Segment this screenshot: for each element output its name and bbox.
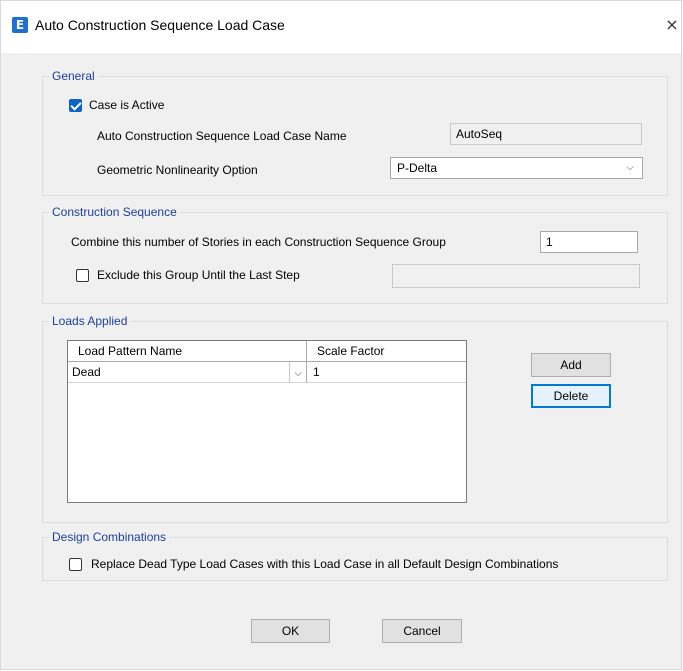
delete-button[interactable]: Delete — [531, 384, 611, 408]
construction-sequence-legend: Construction Sequence — [49, 205, 180, 220]
add-button[interactable]: Add — [531, 353, 611, 377]
scale-factor-cell[interactable]: 1 — [310, 362, 460, 382]
case-active-label[interactable]: Case is Active — [89, 98, 164, 113]
chevron-down-icon: ⌵ — [294, 368, 302, 379]
app-icon: E — [12, 17, 28, 33]
title-bar[interactable]: E Auto Construction Sequence Load Case × — [1, 1, 681, 53]
geometric-nonlinearity-select[interactable]: P-Delta ⌵ — [390, 157, 643, 179]
design-combinations-legend: Design Combinations — [49, 530, 170, 545]
exclude-group-checkbox[interactable] — [76, 269, 89, 282]
ok-button[interactable]: OK — [251, 619, 330, 643]
dialog-title: Auto Construction Sequence Load Case — [35, 17, 285, 33]
exclude-group-label[interactable]: Exclude this Group Until the Last Step — [97, 268, 300, 283]
loads-applied-group: Loads Applied Load Pattern Name Scale Fa… — [42, 314, 668, 523]
chevron-down-icon: ⌵ — [626, 162, 634, 173]
construction-sequence-group: Construction Sequence Combine this numbe… — [42, 205, 668, 304]
geometric-nonlinearity-value: P-Delta — [397, 161, 438, 175]
geometric-nonlinearity-label: Geometric Nonlinearity Option — [97, 163, 258, 177]
table-header: Load Pattern Name Scale Factor — [68, 341, 466, 362]
combine-stories-field[interactable]: 1 — [540, 231, 638, 253]
general-legend: General — [49, 69, 98, 84]
dialog-window: E Auto Construction Sequence Load Case ×… — [0, 0, 682, 670]
general-group: General Case is Active Auto Construction… — [42, 69, 668, 196]
close-icon[interactable]: × — [661, 13, 683, 37]
case-active-checkbox[interactable] — [69, 99, 82, 112]
replace-dead-label[interactable]: Replace Dead Type Load Cases with this L… — [91, 557, 558, 572]
load-pattern-cell[interactable]: Dead — [68, 362, 289, 382]
load-pattern-table[interactable]: Load Pattern Name Scale Factor Dead ⌵ 1 — [67, 340, 467, 503]
loads-applied-legend: Loads Applied — [49, 314, 131, 329]
dialog-body: General Case is Active Auto Construction… — [24, 53, 668, 664]
column-header-load-pattern[interactable]: Load Pattern Name — [68, 341, 307, 361]
design-combinations-group: Design Combinations Replace Dead Type Lo… — [42, 530, 668, 581]
cancel-button[interactable]: Cancel — [382, 619, 462, 643]
load-pattern-dropdown[interactable]: ⌵ — [289, 362, 307, 382]
table-row[interactable]: Dead ⌵ 1 — [68, 362, 466, 383]
case-name-label: Auto Construction Sequence Load Case Nam… — [97, 129, 347, 143]
column-header-scale-factor[interactable]: Scale Factor — [307, 341, 466, 361]
exclude-group-field[interactable] — [392, 264, 640, 288]
case-name-field[interactable]: AutoSeq — [450, 123, 642, 145]
combine-stories-label: Combine this number of Stories in each C… — [71, 235, 446, 249]
replace-dead-checkbox[interactable] — [69, 558, 82, 571]
